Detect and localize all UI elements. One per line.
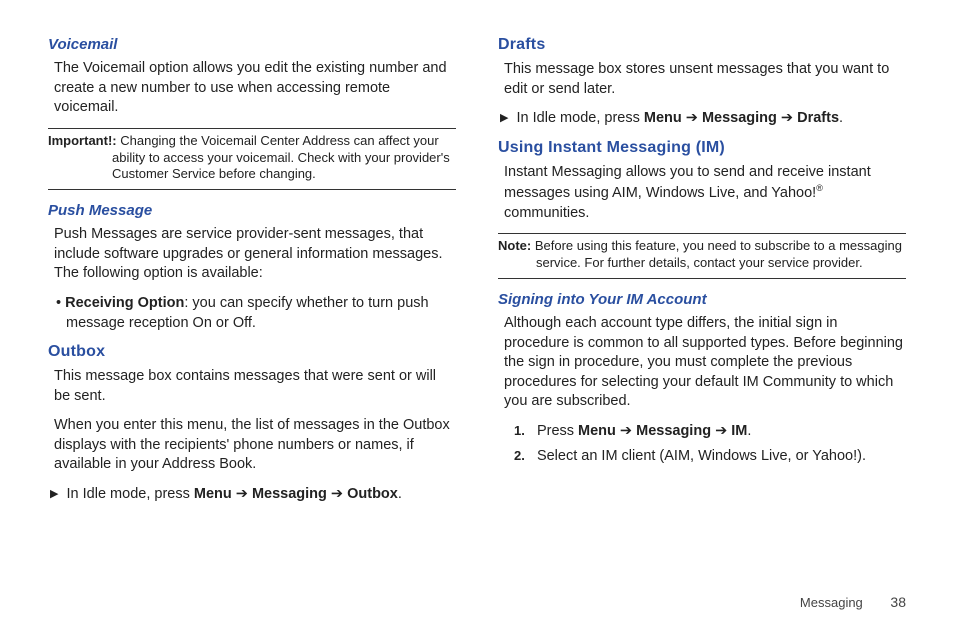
im-body: Instant Messaging allows you to send and…	[498, 163, 906, 224]
push-bullet: • Receiving Option: you can specify whet…	[48, 294, 456, 333]
heading-voicemail: Voicemail	[48, 36, 456, 53]
triangle-icon: ▶	[50, 488, 58, 500]
important-note: Important!: Changing the Voicemail Cente…	[48, 128, 456, 191]
outbox-label: Outbox	[347, 486, 398, 502]
signin-body: Although each account type differs, the …	[498, 314, 906, 412]
arrow-icon: ➔	[781, 110, 793, 126]
arrow-icon: ➔	[236, 486, 248, 502]
messaging-label: Messaging	[252, 486, 327, 502]
im-label: IM	[731, 423, 747, 439]
heading-push-message: Push Message	[48, 202, 456, 219]
outbox-step-prefix: In Idle mode, press	[67, 486, 194, 502]
heading-signing-in: Signing into Your IM Account	[498, 291, 906, 308]
page-number: 38	[890, 594, 906, 610]
outbox-step: ▶ In Idle mode, press Menu ➔ Messaging ➔…	[48, 485, 456, 505]
step1-prefix: Press	[537, 423, 578, 439]
im-body-b: communities.	[504, 205, 589, 221]
outbox-p2: When you enter this menu, the list of me…	[48, 416, 456, 475]
arrow-icon: ➔	[620, 423, 632, 439]
signin-step-1: 1. Press Menu ➔ Messaging ➔ IM.	[498, 422, 906, 442]
step-number-1: 1.	[514, 423, 525, 438]
signin-step-2: 2. Select an IM client (AIM, Windows Liv…	[498, 447, 906, 467]
drafts-label: Drafts	[797, 110, 839, 126]
arrow-icon: ➔	[331, 486, 343, 502]
arrow-icon: ➔	[686, 110, 698, 126]
voicemail-body: The Voicemail option allows you edit the…	[48, 59, 456, 118]
heading-drafts: Drafts	[498, 36, 906, 54]
heading-outbox: Outbox	[48, 343, 456, 361]
note-text: Before using this feature, you need to s…	[535, 238, 902, 270]
arrow-icon: ➔	[715, 423, 727, 439]
push-body: Push Messages are service provider-sent …	[48, 225, 456, 284]
messaging-label: Messaging	[702, 110, 777, 126]
drafts-step: ▶ In Idle mode, press Menu ➔ Messaging ➔…	[498, 109, 906, 129]
page-footer: Messaging 38	[800, 594, 906, 610]
important-text: Changing the Voicemail Center Address ca…	[112, 133, 450, 182]
drafts-body: This message box stores unsent messages …	[498, 60, 906, 99]
footer-section: Messaging	[800, 595, 863, 610]
messaging-label: Messaging	[636, 423, 711, 439]
menu-label: Menu	[194, 486, 232, 502]
drafts-step-prefix: In Idle mode, press	[517, 110, 644, 126]
left-column: Voicemail The Voicemail option allows yo…	[48, 36, 456, 515]
im-note: Note: Before using this feature, you nee…	[498, 233, 906, 279]
bullet-dot-icon: •	[56, 295, 61, 311]
menu-label: Menu	[644, 110, 682, 126]
triangle-icon: ▶	[500, 112, 508, 124]
receiving-option-label: Receiving Option	[65, 295, 184, 311]
step-number-2: 2.	[514, 448, 525, 463]
registered-icon: ®	[816, 183, 823, 193]
heading-instant-messaging: Using Instant Messaging (IM)	[498, 139, 906, 157]
important-label: Important!:	[48, 133, 117, 148]
note-label: Note:	[498, 238, 531, 253]
menu-label: Menu	[578, 423, 616, 439]
two-column-layout: Voicemail The Voicemail option allows yo…	[48, 36, 906, 515]
step2-text: Select an IM client (AIM, Windows Live, …	[537, 448, 866, 464]
outbox-p1: This message box contains messages that …	[48, 367, 456, 406]
right-column: Drafts This message box stores unsent me…	[498, 36, 906, 515]
